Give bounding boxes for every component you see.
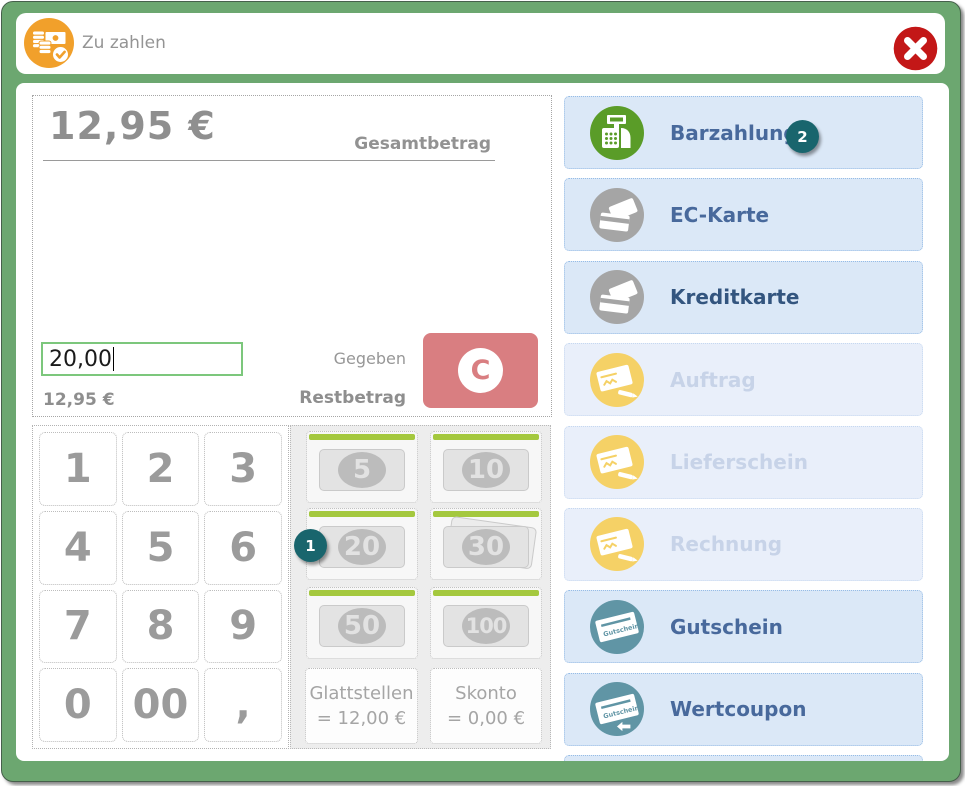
banknote-icon: 20 xyxy=(319,526,405,568)
titlebar: Zu zahlen xyxy=(16,13,945,74)
keypad-key-00[interactable]: 00 xyxy=(122,668,200,742)
close-button[interactable] xyxy=(893,26,938,71)
keypad-key-8[interactable]: 8 xyxy=(122,590,200,664)
payment-button-ec-karte[interactable]: EC-Karte xyxy=(564,178,923,251)
payment-button-rechnung: Rechnung xyxy=(564,508,923,581)
given-amount-input[interactable]: 20,00 xyxy=(41,342,243,376)
glattstellen-label: Glattstellen xyxy=(309,681,413,706)
document-pen-icon xyxy=(590,353,644,407)
banknote-icon: 50 xyxy=(319,605,405,647)
note-accent-bar xyxy=(433,434,539,440)
keypad-key-4[interactable]: 4 xyxy=(39,511,117,585)
banknote-icon: 100 xyxy=(443,605,529,647)
skonto-button[interactable]: Skonto = 0,00 € xyxy=(430,668,542,744)
skonto-label: Skonto xyxy=(455,681,517,706)
keypad-key-comma[interactable]: , xyxy=(204,668,282,742)
payment-label: Rechnung xyxy=(670,532,782,556)
payment-label: Kreditkarte xyxy=(670,285,799,309)
payment-label: Auftrag xyxy=(670,368,756,392)
window-title: Zu zahlen xyxy=(82,13,166,74)
money-payment-icon xyxy=(24,18,74,68)
close-icon xyxy=(893,26,938,71)
payment-button-wertcoupon[interactable]: Gutschein Wertcoupon xyxy=(564,673,923,746)
payment-methods-list: Barzahlung 2 EC-Karte xyxy=(564,96,923,761)
screen: Zu zahlen 12,95 € Gesamtbetrag 20,00 Geg… xyxy=(0,0,965,786)
step-badge-1: 1 xyxy=(294,529,327,562)
keypad-key-1[interactable]: 1 xyxy=(39,432,117,506)
payment-button-partial[interactable] xyxy=(564,755,923,761)
cash-note-button-10[interactable]: 10 xyxy=(430,431,542,503)
text-cursor xyxy=(113,347,115,371)
keypad-key-6[interactable]: 6 xyxy=(204,511,282,585)
payment-button-gutschein[interactable]: Gutschein Gutschein xyxy=(564,590,923,663)
clear-c-icon: C xyxy=(458,348,503,393)
banknote-icon: 5 xyxy=(319,449,405,491)
keypad-key-2[interactable]: 2 xyxy=(122,432,200,506)
payment-label: Lieferschein xyxy=(670,450,808,474)
keypad-key-3[interactable]: 3 xyxy=(204,432,282,506)
document-pen-icon xyxy=(590,435,644,489)
voucher-return-icon: Gutschein xyxy=(590,682,644,736)
keypad-key-5[interactable]: 5 xyxy=(122,511,200,585)
cash-note-button-30[interactable]: 30 xyxy=(430,508,542,580)
document-pen-icon xyxy=(590,517,644,571)
keypad-key-7[interactable]: 7 xyxy=(39,590,117,664)
card-icon xyxy=(590,270,644,324)
skonto-value: = 0,00 € xyxy=(447,706,525,731)
numeric-keypad: 1 2 3 4 5 6 7 8 9 0 00 , xyxy=(32,425,289,749)
payment-button-kreditkarte[interactable]: Kreditkarte xyxy=(564,261,923,334)
cash-buttons-panel: 5 10 20 30 50 xyxy=(290,425,551,749)
glattstellen-button[interactable]: Glattstellen = 12,00 € xyxy=(305,668,418,744)
cash-note-button-50[interactable]: 50 xyxy=(306,587,418,659)
note-accent-bar xyxy=(309,590,415,596)
cash-note-button-5[interactable]: 5 xyxy=(306,431,418,503)
glattstellen-value: = 12,00 € xyxy=(317,706,407,731)
voucher-icon: Gutschein xyxy=(590,600,644,654)
payment-label: Barzahlung xyxy=(670,121,798,145)
payment-button-barzahlung[interactable]: Barzahlung 2 xyxy=(564,96,923,169)
keypad-key-9[interactable]: 9 xyxy=(204,590,282,664)
step-badge-2: 2 xyxy=(786,120,819,153)
given-label: Gegeben xyxy=(334,349,406,368)
note-accent-bar xyxy=(309,434,415,440)
payment-label: Wertcoupon xyxy=(670,697,806,721)
amount-display-section: 12,95 € Gesamtbetrag 20,00 Gegeben C 12,… xyxy=(32,95,552,417)
payment-button-lieferschein: Lieferschein xyxy=(564,426,923,499)
note-accent-bar xyxy=(309,511,415,517)
note-accent-bar xyxy=(433,511,539,517)
main-panel: 12,95 € Gesamtbetrag 20,00 Gegeben C 12,… xyxy=(16,83,949,761)
payment-button-auftrag: Auftrag xyxy=(564,343,923,416)
card-icon xyxy=(590,188,644,242)
note-accent-bar xyxy=(433,590,539,596)
keypad-key-0[interactable]: 0 xyxy=(39,668,117,742)
payment-label: EC-Karte xyxy=(670,203,769,227)
clear-button[interactable]: C xyxy=(423,333,538,408)
divider xyxy=(43,160,495,161)
total-label: Gesamtbetrag xyxy=(354,134,491,154)
cash-note-button-100[interactable]: 100 xyxy=(430,587,542,659)
total-amount: 12,95 € xyxy=(49,104,216,148)
cash-register-icon xyxy=(590,106,644,160)
payment-dialog-window: Zu zahlen 12,95 € Gesamtbetrag 20,00 Geg… xyxy=(1,1,961,782)
given-amount-value: 20,00 xyxy=(49,347,112,372)
rest-amount: 12,95 € xyxy=(43,390,115,410)
payment-label: Gutschein xyxy=(670,615,783,639)
banknote-icon: 30 xyxy=(443,526,529,568)
banknote-icon: 10 xyxy=(443,449,529,491)
rest-label: Restbetrag xyxy=(299,388,406,408)
